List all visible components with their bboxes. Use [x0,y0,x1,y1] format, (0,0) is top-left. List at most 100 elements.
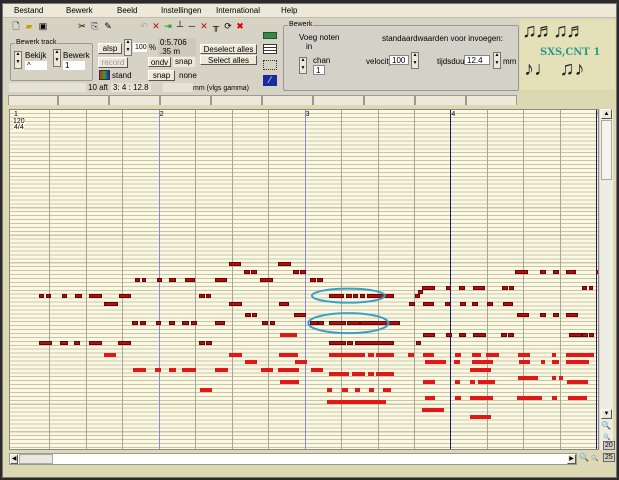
zoom-spinner[interactable]: ▲ ▼ [124,39,132,56]
refresh-icon[interactable]: ⟳ [223,21,233,31]
cut-icon[interactable]: ✂ [77,21,87,31]
time-readout-line1: 0:5.706 [160,38,187,47]
piano-roll[interactable]: 120 4/4 12345 [9,109,599,450]
track-tab[interactable] [262,95,313,105]
status-unit: mm (vlgs gamma) [193,85,250,92]
split-icon[interactable]: ┴ [175,21,185,31]
zoom-in-vertical-icon[interactable]: 🔍 [601,421,611,431]
alsp-button[interactable]: alsp [98,43,122,54]
logo-text: SXS,CNT 1 [540,47,601,58]
insert-icon[interactable]: ⇥ [163,21,173,31]
vertical-scroll-thumb[interactable] [601,120,612,180]
edit-group: Bewerk Voeg noten in ▲ ▼ chan 1 standaard… [283,21,519,91]
vertical-scrollbar[interactable]: ▲ ▼ 🔍 🔍 [600,109,613,450]
highlight-ellipse [307,312,390,335]
toolbar: 🗋 ▰ ▣ ✂ ⎘ ✎ ↶ ✕ ⇥ ┴ ─ ✕ ╥ ⟳ ✖ Bewerk tra… [3,19,519,95]
list-view-icon[interactable] [263,44,277,54]
track-tab[interactable] [58,95,109,105]
track-tab[interactable] [364,95,415,105]
duration-field[interactable]: 12.4 [464,55,490,65]
vertical-zoom-level: 20 [603,441,615,450]
music-notes-icon: ♫♬♫♬ [522,20,586,42]
deselect-all-button[interactable]: Deselect alles [200,44,257,54]
delete-icon[interactable]: ✕ [151,21,161,31]
edit-track-label: Bewerk [63,51,90,60]
track-tab[interactable] [466,95,517,105]
ondv-button[interactable]: ondv [148,57,171,67]
status-value-box [163,83,193,92]
pencil-tool-icon[interactable]: ⁄ [263,75,277,86]
time-readout: 0:5.706 .35 m [158,38,196,56]
new-file-icon[interactable]: 🗋 [11,21,21,31]
status-position: 3: 4 : 12.8 [111,83,151,92]
insert-notes-label: Voeg noten [299,33,340,42]
open-folder-icon[interactable]: ▰ [24,21,34,31]
scroll-down-button[interactable]: ▼ [601,409,612,419]
menu-international[interactable]: International [216,6,260,15]
zoom-in-horizontal-icon[interactable]: 🔍 [579,453,589,463]
percent-label: % [149,43,157,52]
insert-notes-label-2: in [306,42,313,51]
menu-beeld[interactable]: Beeld [117,6,137,15]
menu-instellingen[interactable]: Instellingen [161,6,201,15]
chan-label: chan [313,56,331,65]
track-tab[interactable] [8,95,58,105]
snap-mode-label: none [179,71,197,80]
highlight-ellipse [310,287,386,304]
duration-spinner[interactable]: ▲ ▼ [493,52,501,69]
track-tab[interactable] [211,95,262,105]
status-box-empty [9,83,86,92]
remove-icon[interactable]: ✖ [235,21,245,31]
edit-track-spinner[interactable]: ▲ ▼ [53,49,61,67]
velocity-spinner[interactable]: ▲ ▼ [411,52,419,69]
track-tab[interactable] [109,95,160,105]
horizontal-zoom-level: 25 [603,453,615,462]
view-field[interactable]: ^ [25,61,47,70]
duration-label: tijdsduur [437,57,468,66]
snap-value-field[interactable]: snap [173,57,195,67]
menu-bewerk[interactable]: Bewerk [66,6,93,15]
chan-spinner[interactable]: ▲ ▼ [299,57,307,74]
horizontal-scrollbar[interactable]: ◀ ▶ [9,453,577,465]
status-after: 10 aft [88,83,109,92]
scroll-up-button[interactable]: ▲ [601,109,612,119]
menu-bestand[interactable]: Bestand [14,6,43,15]
brush-icon[interactable]: ✎ [103,21,113,31]
merge-icon[interactable]: ╥ [211,21,221,31]
track-tab[interactable] [313,95,364,105]
view-spinner[interactable]: ▲ ▼ [14,51,22,69]
edit-track-field[interactable]: 1 [63,61,85,70]
app-logo: ♫♬♫♬ SXS,CNT 1 ♪♩ ♫♪ [520,20,615,90]
highlight-layer [307,287,390,335]
track-tab[interactable] [415,95,466,105]
track-tab[interactable] [160,95,211,105]
cross-icon[interactable]: ✕ [199,21,209,31]
scroll-right-button[interactable]: ▶ [567,454,576,464]
edit-group-title: Bewerk [288,21,314,28]
zoom-field[interactable]: 100 [133,43,147,52]
scroll-left-button[interactable]: ◀ [10,454,18,464]
stand-label: stand [112,71,132,80]
duration-unit: mm [503,57,517,66]
velocity-field[interactable]: 100 [389,55,409,65]
undo-icon[interactable]: ↶ [139,21,149,31]
menu-help[interactable]: Help [281,6,297,15]
zoom-out-horizontal-icon[interactable]: 🔍 [590,454,600,464]
track-color-icon[interactable] [263,32,277,39]
paste-icon[interactable]: ⎘ [90,21,100,31]
record-button[interactable]: record [98,57,128,68]
color-palette-icon[interactable] [99,70,110,80]
select-region-icon[interactable] [263,60,277,70]
app-window: Bestand Bewerk Beeld Instellingen Intern… [2,3,617,478]
save-icon[interactable]: ▣ [38,21,48,31]
line-icon[interactable]: ─ [187,21,197,31]
select-all-button[interactable]: Select alles [200,55,257,65]
snap-button[interactable]: snap [148,70,175,81]
horizontal-scroll-thumb[interactable] [19,454,53,464]
view-label: Bekijk [25,51,47,60]
track-group-title: Bewerk track [15,39,58,46]
chan-field[interactable]: 1 [313,65,325,75]
music-notes-icon-2: ♪♩ ♫♪ [524,58,585,80]
time-readout-line2: .35 m [160,47,181,56]
track-group: Bewerk track ▲ ▼ Bekijk ^ ▲ ▼ Bewerk 1 [10,39,93,81]
